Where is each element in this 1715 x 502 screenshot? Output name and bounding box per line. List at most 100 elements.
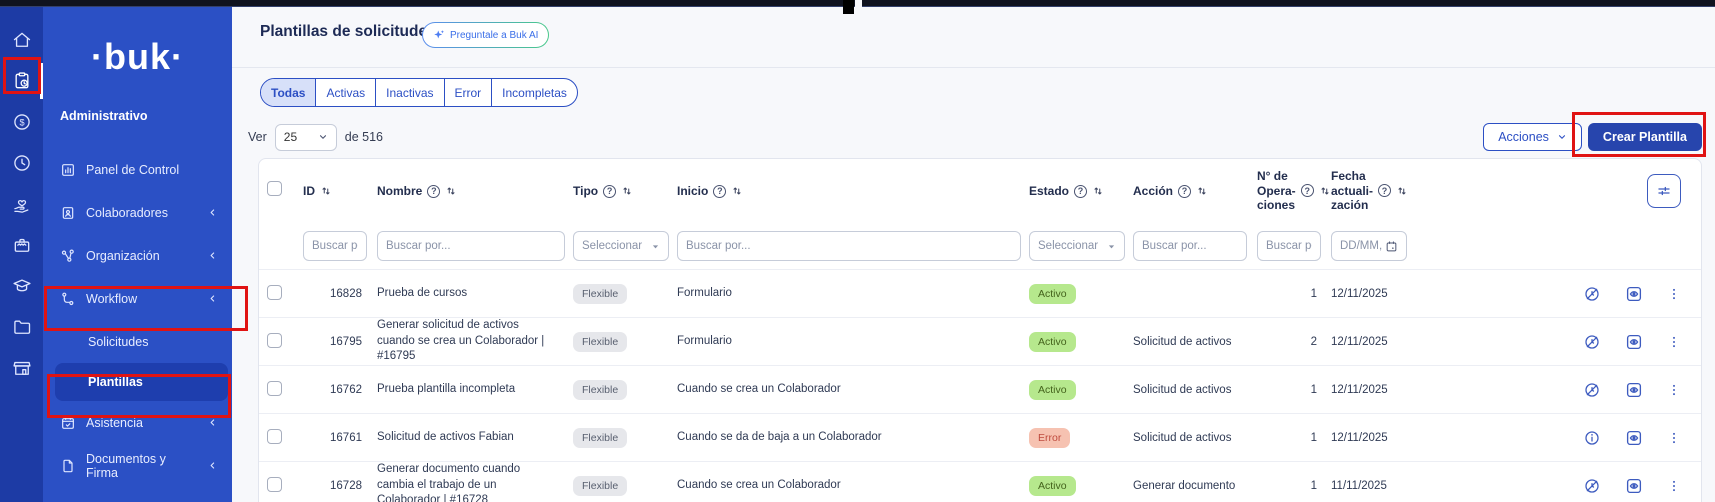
sort-icon[interactable] [1396,185,1408,197]
sort-icon[interactable] [1319,185,1331,197]
info-icon[interactable] [1583,429,1601,447]
notifications-off-icon[interactable] [1583,285,1601,303]
filter-inicio-input[interactable] [677,231,1021,261]
filter-nombre-input[interactable] [377,231,565,261]
filter-accion-input[interactable] [1133,231,1247,261]
help-icon[interactable]: ? [427,185,440,198]
kebab-menu-icon[interactable] [1667,478,1681,494]
tipo-badge: Flexible [573,284,627,304]
sort-icon[interactable] [1092,185,1104,197]
preview-eye-icon[interactable] [1625,381,1643,399]
kebab-menu-icon[interactable] [1667,334,1681,350]
page-size-select[interactable]: 25 [275,124,337,151]
rail-item-documentos[interactable] [0,316,43,338]
notifications-off-icon[interactable] [1583,477,1601,495]
svg-text:$: $ [19,117,24,127]
sort-icon[interactable] [731,185,743,197]
col-header-estado[interactable]: Estado ? [1029,184,1133,198]
rail-item-capacitaciones[interactable] [0,275,43,297]
row-checkbox[interactable] [267,381,282,396]
sidebar-nav: Panel de Control Colaboradores Organizac… [43,148,232,487]
help-icon[interactable]: ? [1301,184,1314,197]
rail-item-talento[interactable] [0,234,43,256]
col-header-id[interactable]: ID [303,184,377,198]
filter-estado-select[interactable]: Seleccionar [1029,231,1125,261]
col-header-tipo[interactable]: Tipo ? [573,184,677,198]
ask-buk-ai-button[interactable]: Preguntale a Buk AI [422,22,549,48]
col-header-accion[interactable]: Acción ? [1133,184,1257,198]
acciones-button[interactable]: Acciones [1483,123,1582,151]
kebab-menu-icon[interactable] [1667,382,1681,398]
rail-item-remuneraciones[interactable]: $ [0,111,43,133]
row-checkbox[interactable] [267,285,282,300]
col-header-nombre[interactable]: Nombre ? [377,184,573,198]
column-settings-button[interactable] [1647,174,1681,208]
sidebar-item-asistencia[interactable]: Asistencia [43,401,232,444]
cell-operaciones: 1 [1257,384,1331,396]
rail-item-solicitudes[interactable] [0,70,43,92]
filter-operaciones-input[interactable] [1257,231,1321,261]
sidebar-item-panel-de-control[interactable]: Panel de Control [43,148,232,191]
col-header-inicio[interactable]: Inicio ? [677,184,1029,198]
tipo-badge: Flexible [573,428,627,448]
tab-error[interactable]: Error [444,79,492,106]
sidebar-item-colaboradores[interactable]: Colaboradores [43,191,232,234]
cell-fecha: 12/11/2025 [1331,384,1415,396]
table-row[interactable]: 16762 Prueba plantilla incompleta Flexib… [259,365,1701,413]
preview-eye-icon[interactable] [1625,285,1643,303]
table-row[interactable]: 16828 Prueba de cursos Flexible Formular… [259,269,1701,317]
rail-item-asistencia[interactable] [0,152,43,174]
cell-nombre: Generar documento cuando cambia el traba… [377,462,573,502]
select-all-checkbox[interactable] [267,181,282,196]
sidebar-item-solicitudes[interactable]: Solicitudes [43,320,232,363]
notifications-off-icon[interactable] [1583,381,1601,399]
table-row[interactable]: 16761 Solicitud de activos Fabian Flexib… [259,413,1701,461]
tab-todas[interactable]: Todas [261,79,315,106]
kebab-menu-icon[interactable] [1667,286,1681,302]
preview-eye-icon[interactable] [1625,477,1643,495]
crear-plantilla-button[interactable]: Crear Plantilla [1588,123,1702,151]
preview-eye-icon[interactable] [1625,333,1643,351]
rail-item-kiosco[interactable] [0,357,43,379]
tab-inactivas[interactable]: Inactivas [375,79,443,106]
rail-item-beneficios[interactable] [0,193,43,215]
clock-icon [12,153,32,173]
help-icon[interactable]: ? [1074,185,1087,198]
calendar-icon [1385,240,1398,253]
filter-id-input[interactable] [303,231,367,261]
filter-fecha-input[interactable]: DD/MM, [1331,231,1407,261]
filter-tipo-select[interactable]: Seleccionar [573,231,669,261]
sidebar-item-label: Asistencia [86,416,143,430]
row-checkbox[interactable] [267,429,282,444]
tipo-badge: Flexible [573,380,627,400]
row-checkbox[interactable] [267,333,282,348]
estado-badge: Error [1029,428,1070,448]
sidebar-item-label: Documentos y Firma [86,452,197,480]
table-row[interactable]: 16728 Generar documento cuando cambia el… [259,461,1701,502]
help-icon[interactable]: ? [1178,185,1191,198]
sidebar-item-organizacion[interactable]: Organización [43,234,232,277]
tab-incompletas[interactable]: Incompletas [491,79,577,106]
tab-activas[interactable]: Activas [315,79,375,106]
sidebar-item-plantillas[interactable]: Plantillas [55,363,228,401]
help-icon[interactable]: ? [713,185,726,198]
table-row[interactable]: 16795 Generar solicitud de activos cuand… [259,317,1701,365]
row-checkbox[interactable] [267,477,282,492]
sort-icon[interactable] [320,185,332,197]
sort-icon[interactable] [621,185,633,197]
help-icon[interactable]: ? [1378,184,1391,197]
help-icon[interactable]: ? [603,185,616,198]
rail-item-home[interactable] [0,29,43,51]
kebab-menu-icon[interactable] [1667,430,1681,446]
col-header-label: Tipo [573,184,598,198]
col-header-label: Inicio [677,184,708,198]
sidebar-item-documentos-y-firma[interactable]: Documentos y Firma [43,444,232,487]
notifications-off-icon[interactable] [1583,333,1601,351]
col-header-fecha[interactable]: Fecha actuali- zación ? [1331,169,1415,212]
preview-eye-icon[interactable] [1625,429,1643,447]
sidebar-item-workflow[interactable]: Workflow [43,277,232,320]
sort-icon[interactable] [1196,185,1208,197]
sort-icon[interactable] [445,185,457,197]
col-header-operaciones[interactable]: N° de Opera- ciones ? [1257,169,1331,212]
header-divider [232,67,1715,68]
